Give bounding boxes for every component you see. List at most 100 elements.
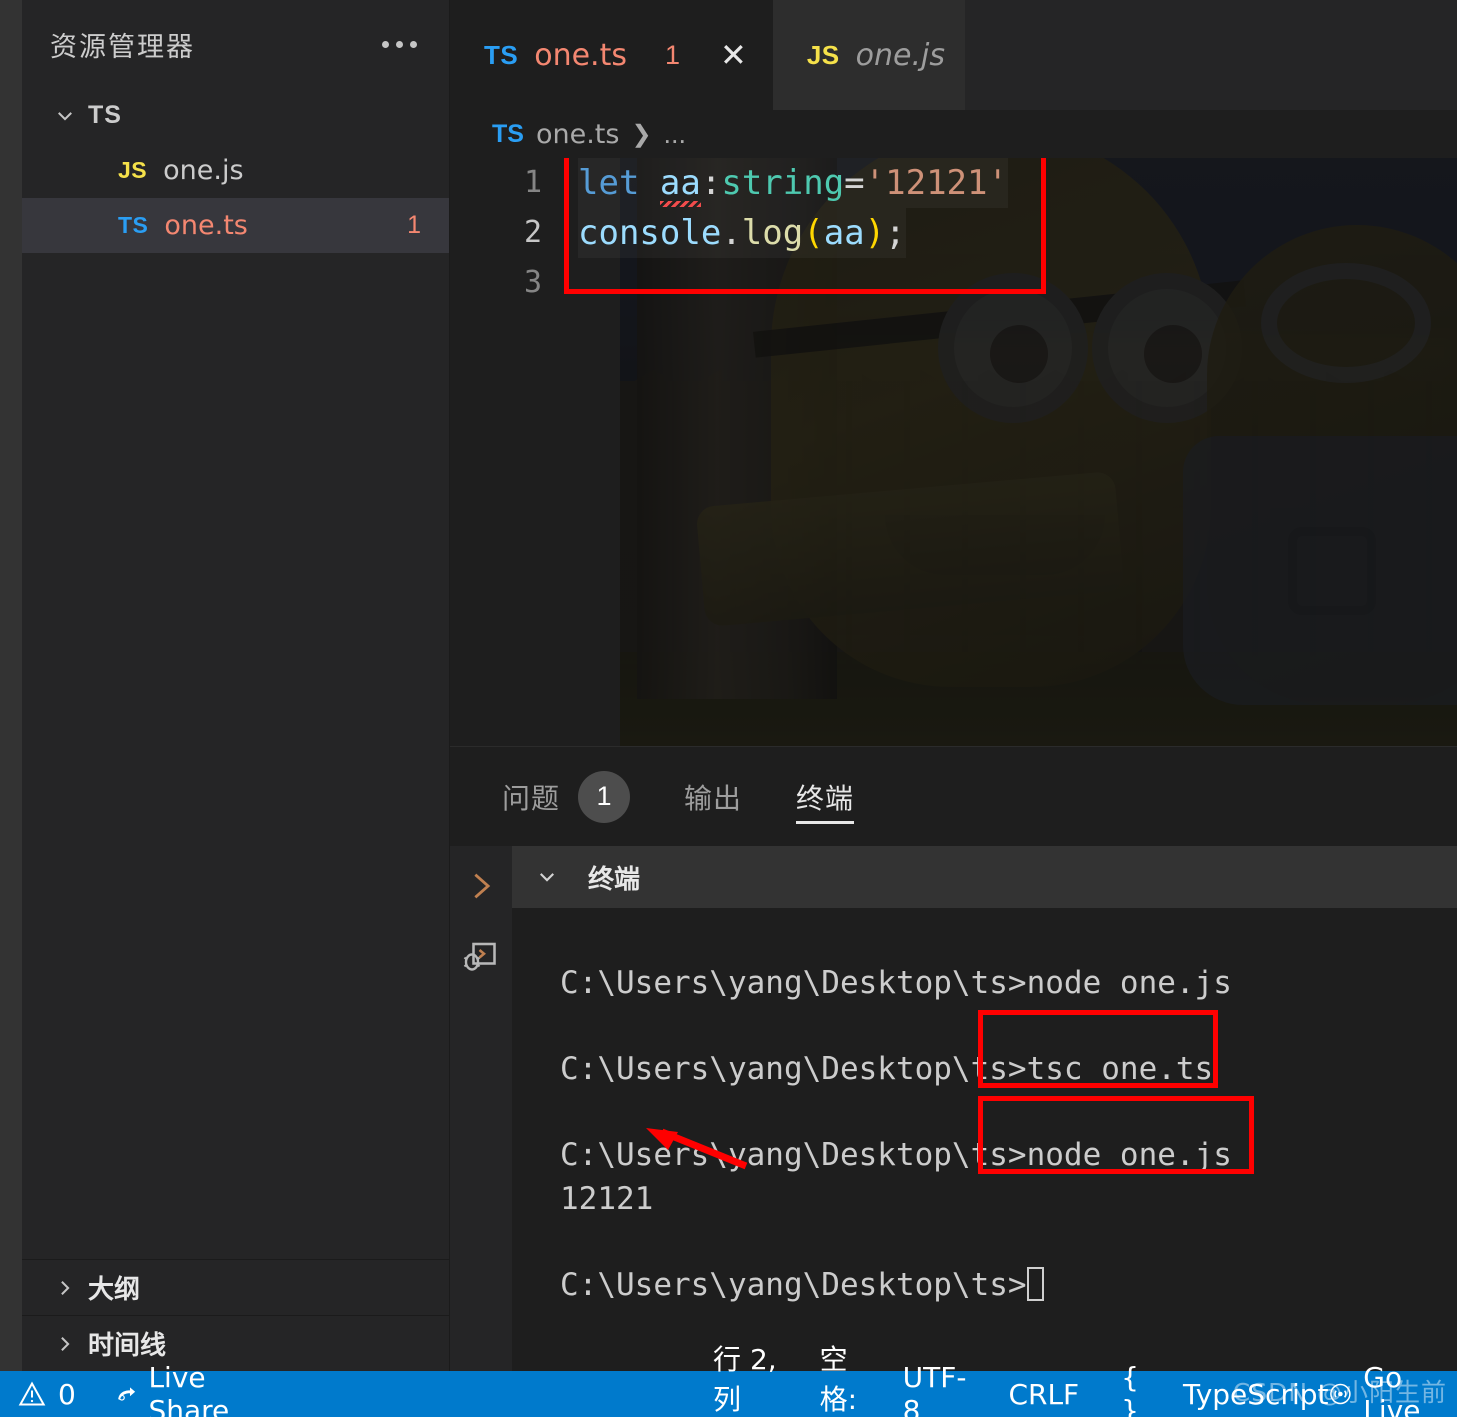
ellipsis-dot: [382, 40, 389, 48]
status-language-mode[interactable]: TypeScript: [1183, 1378, 1329, 1411]
debug-console-icon[interactable]: [457, 932, 505, 980]
terminal-cursor: [1026, 1267, 1044, 1301]
status-go-live-label: Go Live: [1363, 1361, 1421, 1417]
terminal-main[interactable]: 终端 C:\Users\yang\Desktop\ts>node one.js …: [512, 846, 1457, 1371]
token-dot: .: [721, 213, 742, 253]
status-indentation[interactable]: 空格: 4: [820, 1338, 861, 1417]
status-live-share-label: Live Share: [148, 1361, 230, 1417]
chevron-right-icon: [52, 1275, 78, 1301]
token-semicolon: ;: [885, 213, 906, 253]
ellipsis-dot: [396, 40, 403, 48]
explorer-header: 资源管理器: [22, 0, 449, 88]
tree-folder-ts[interactable]: TS: [22, 88, 449, 143]
token-string-literal: '12121': [864, 163, 1008, 203]
code-line-text[interactable]: console.log(aa);: [578, 208, 906, 258]
status-bar: 0 Live Share 行 2, 列 14 空格: 4 UTF-8 CRLF …: [0, 1343, 1457, 1417]
terminal-side-icons: [450, 846, 512, 1371]
status-eol[interactable]: CRLF: [1008, 1378, 1079, 1411]
bottom-panel: 问题 1 输出 终端 终端 C:\Users\yang\Desktop\ts>n…: [450, 746, 1457, 1371]
code-line[interactable]: 3: [450, 258, 1457, 308]
ellipsis-icon[interactable]: [372, 31, 427, 58]
status-cursor-position[interactable]: 行 2, 列 14: [713, 1338, 778, 1417]
tabbar-empty: [964, 0, 1457, 110]
terminal-prompt: C:\Users\yang\Desktop\ts>: [560, 1267, 1027, 1303]
token-log: log: [741, 213, 804, 253]
annotation-box-tsc: [978, 1010, 1218, 1088]
ts-file-icon: TS: [492, 119, 524, 148]
vscode-window: 资源管理器 TS JS one.js TS one.ts 1 大纲 时间线 TS…: [0, 0, 1457, 1417]
line-number: 1: [523, 165, 542, 200]
tab-terminal[interactable]: 终端: [796, 747, 855, 846]
code-line[interactable]: 2 console.log(aa);: [450, 208, 1457, 258]
ellipsis-dot: [410, 40, 417, 48]
status-bar-right: Go Live: [1329, 1361, 1457, 1417]
panel-tab-label: 问题: [502, 781, 561, 815]
chevron-right-icon: ❯: [631, 120, 652, 148]
token-arg-aa: aa: [823, 213, 865, 253]
error-squiggle: [659, 201, 701, 207]
annotation-box-node: [978, 1096, 1254, 1174]
braces-icon: { }: [1121, 1361, 1139, 1417]
code-content[interactable]: 1 let aa:string='12121' 2 console.log(aa…: [450, 158, 1457, 746]
panel-tab-label: 终端: [796, 781, 855, 815]
tab-label: one.js: [855, 37, 945, 73]
warning-icon: [18, 1381, 46, 1406]
status-encoding[interactable]: UTF-8: [903, 1361, 967, 1417]
close-icon[interactable]: ✕: [714, 39, 753, 71]
sidebar-section-label: 大纲: [88, 1275, 141, 1305]
js-file-icon: JS: [806, 39, 840, 70]
token-keyword: let: [578, 163, 640, 203]
terminal-prompt-line: C:\Users\yang\Desktop\ts>: [560, 1266, 1457, 1304]
breadcrumb-file[interactable]: one.ts: [536, 119, 619, 150]
token-console: console: [578, 213, 722, 253]
ts-file-icon: TS: [118, 212, 149, 238]
terminal-output[interactable]: C:\Users\yang\Desktop\ts>node one.js C:\…: [512, 908, 1457, 1371]
tab-problems[interactable]: 问题 1: [502, 747, 631, 846]
panel-tabbar: 问题 1 输出 终端: [450, 746, 1457, 846]
chevron-down-icon[interactable]: [534, 864, 560, 890]
editor-area: TS one.ts 1 ✕ JS one.js TS one.ts ❯ ...: [450, 0, 1457, 1371]
tab-output[interactable]: 输出: [684, 747, 742, 846]
chevron-right-icon[interactable]: [457, 862, 505, 910]
problems-count-badge: 1: [578, 770, 631, 823]
code-editor[interactable]: 1 let aa:string='12121' 2 console.log(aa…: [450, 158, 1457, 746]
status-live-share[interactable]: Live Share: [116, 1361, 243, 1417]
status-bar-left: 0 Live Share: [0, 1361, 243, 1417]
page-title: 资源管理器: [50, 31, 195, 63]
tree-folder-label: TS: [88, 101, 122, 129]
status-go-live[interactable]: Go Live: [1329, 1361, 1444, 1417]
tree-file-one-js[interactable]: JS one.js: [22, 143, 449, 198]
tree-file-one-ts[interactable]: TS one.ts 1: [22, 198, 449, 253]
broadcast-icon: [1329, 1383, 1351, 1405]
explorer-sidebar: 资源管理器 TS JS one.js TS one.ts 1 大纲 时间线: [22, 0, 450, 1371]
code-line-text[interactable]: let aa:string='12121': [578, 158, 1008, 208]
breadcrumb[interactable]: TS one.ts ❯ ...: [450, 110, 1457, 158]
terminal-area: 终端 C:\Users\yang\Desktop\ts>node one.js …: [450, 846, 1457, 1371]
status-warnings[interactable]: 0: [18, 1378, 76, 1411]
terminal-title: 终端: [588, 864, 641, 895]
token-paren-close: ): [864, 213, 886, 253]
chevron-down-icon: [52, 103, 78, 129]
sidebar-section-label: 时间线: [88, 1331, 167, 1361]
chevron-right-icon: [52, 1331, 78, 1357]
tab-one-ts[interactable]: TS one.ts 1 ✕: [450, 0, 773, 110]
tab-one-js[interactable]: JS one.js: [772, 0, 965, 110]
status-bar-center: 行 2, 列 14 空格: 4 UTF-8 CRLF { } TypeScrip…: [713, 1338, 1328, 1417]
token-equals: =: [844, 163, 865, 203]
tab-error-count: 1: [665, 39, 681, 70]
activity-bar[interactable]: [0, 0, 22, 1371]
token-variable-aa: aa: [659, 163, 701, 207]
token-type-string: string: [721, 163, 845, 203]
error-count-badge: 1: [407, 211, 421, 239]
token-paren-open: (: [803, 213, 824, 253]
terminal-output-value: 12121: [560, 1181, 654, 1217]
editor-tabbar: TS one.ts 1 ✕ JS one.js: [450, 0, 1457, 110]
live-share-icon: [118, 1387, 135, 1401]
tree-empty-space: [22, 253, 449, 1259]
code-line[interactable]: 1 let aa:string='12121': [450, 158, 1457, 208]
status-warnings-count: 0: [58, 1377, 76, 1411]
sidebar-section-outline[interactable]: 大纲: [22, 1259, 449, 1315]
breadcrumb-more[interactable]: ...: [664, 119, 687, 150]
tree-file-label: one.js: [163, 155, 244, 186]
